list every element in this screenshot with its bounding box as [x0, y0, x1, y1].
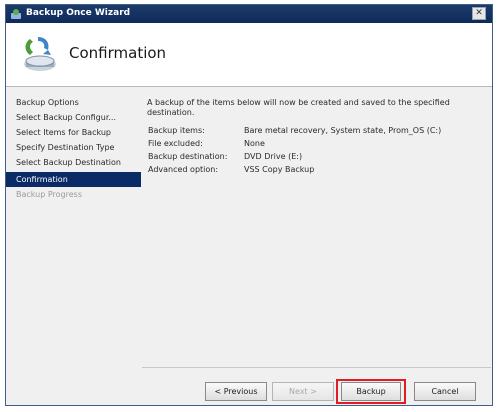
nav-item-select-backup-destination[interactable]: Select Backup Destination — [6, 155, 141, 170]
window-title: Backup Once Wizard — [26, 8, 131, 18]
detail-label: File excluded: — [148, 139, 203, 148]
close-button[interactable]: ✕ — [472, 7, 486, 20]
backup-wizard-icon — [24, 37, 56, 71]
confirmation-panel: A backup of the items below will now be … — [142, 88, 491, 354]
detail-label: Backup items: — [148, 126, 205, 135]
backup-app-icon — [11, 9, 21, 19]
detail-value: DVD Drive (E:) — [244, 152, 303, 161]
detail-label: Backup destination: — [148, 152, 228, 161]
next-button: Next > — [272, 382, 334, 401]
previous-button[interactable]: < Previous — [205, 382, 267, 401]
detail-value: VSS Copy Backup — [244, 165, 315, 174]
nav-item-backup-progress: Backup Progress — [16, 190, 83, 199]
nav-item-confirmation[interactable]: Confirmation — [6, 172, 141, 187]
title-bar: Backup Once Wizard ✕ — [6, 5, 492, 23]
confirmation-intro-text: A backup of the items below will now be … — [147, 98, 450, 117]
wizard-steps-nav: Backup Options Select Backup Configur...… — [6, 88, 141, 405]
nav-item-specify-destination-type[interactable]: Specify Destination Type — [6, 140, 141, 155]
wizard-header: Confirmation — [6, 23, 492, 87]
nav-item-backup-options[interactable]: Backup Options — [6, 95, 141, 110]
detail-value: None — [244, 139, 265, 148]
page-title: Confirmation — [69, 44, 167, 62]
nav-item-select-backup-configuration[interactable]: Select Backup Configur... — [6, 110, 141, 125]
cancel-button[interactable]: Cancel — [414, 382, 476, 401]
backup-button[interactable]: Backup — [341, 382, 401, 401]
detail-value: Bare metal recovery, System state, Prom_… — [244, 126, 442, 135]
close-icon: ✕ — [475, 8, 483, 18]
wizard-window: Backup Once Wizard ✕ Confirmation Backup… — [5, 4, 493, 406]
wizard-button-bar: < Previous Next > Backup Cancel — [142, 367, 491, 405]
nav-item-select-items-for-backup[interactable]: Select Items for Backup — [6, 125, 141, 140]
detail-label: Advanced option: — [148, 165, 219, 174]
